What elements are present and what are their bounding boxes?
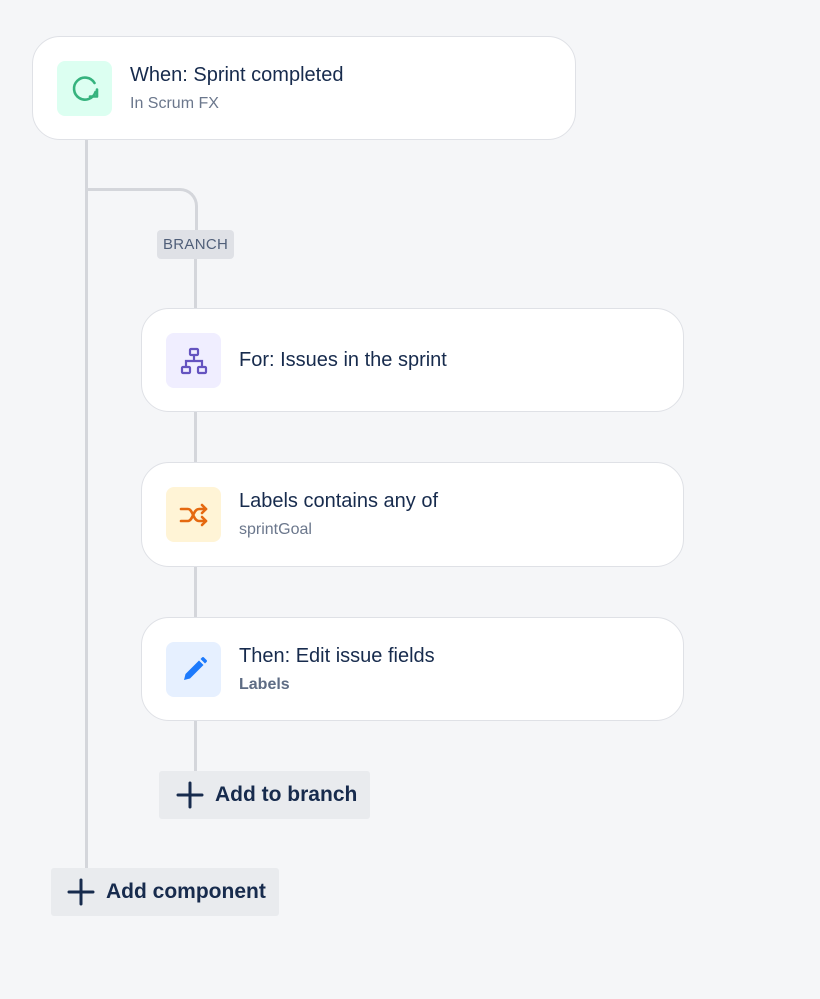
trigger-title: When: Sprint completed	[130, 64, 344, 86]
branch-for-card[interactable]: For: Issues in the sprint	[141, 308, 684, 412]
trigger-icon-tile	[57, 61, 112, 116]
pencil-icon	[183, 656, 207, 680]
condition-subtitle: sprintGoal	[239, 521, 312, 538]
branch-badge: BRANCH	[157, 230, 235, 259]
action-subtitle: Labels	[239, 676, 290, 693]
hierarchy-icon	[180, 347, 207, 374]
add-to-branch-button[interactable]: Add to branch	[159, 771, 370, 819]
plus-icon	[67, 878, 95, 906]
condition-icon-tile	[166, 487, 221, 542]
condition-title: Labels contains any of	[239, 490, 439, 512]
shuffle-icon	[179, 503, 207, 526]
action-title: Then: Edit issue fields	[239, 645, 435, 667]
action-card[interactable]: Then: Edit issue fields Labels	[141, 617, 684, 721]
trigger-card[interactable]: When: Sprint completed In Scrum FX	[32, 36, 576, 140]
branch-for-title: For: Issues in the sprint	[239, 349, 447, 371]
main-connector-line	[85, 139, 88, 869]
refresh-arrow-icon	[72, 75, 98, 101]
add-to-branch-label: Add to branch	[215, 783, 358, 806]
automation-rule-canvas: When: Sprint completed In Scrum FX BRANC…	[0, 0, 820, 999]
action-icon-tile	[166, 642, 221, 697]
trigger-subtitle: In Scrum FX	[130, 95, 219, 112]
branch-connector-corner	[86, 188, 198, 232]
plus-icon	[176, 781, 204, 809]
condition-card[interactable]: Labels contains any of sprintGoal	[141, 462, 684, 567]
branch-for-icon-tile	[166, 333, 221, 388]
add-component-label: Add component	[106, 880, 266, 903]
add-component-button[interactable]: Add component	[51, 868, 279, 916]
